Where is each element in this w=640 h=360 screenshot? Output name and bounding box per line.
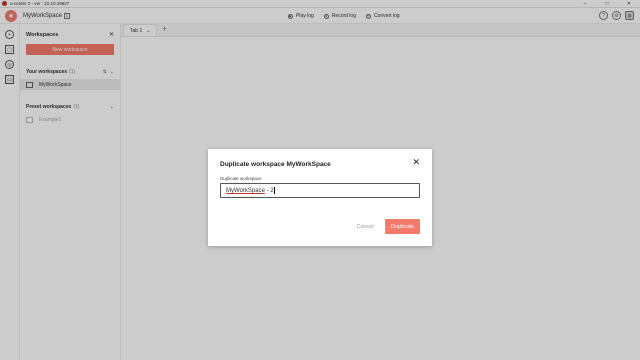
dialog-close-icon[interactable]: ✕ bbox=[412, 158, 420, 167]
cancel-button[interactable]: Cancel bbox=[350, 219, 380, 234]
duplicate-workspace-dialog: Duplicate workspace MyWorkSpace ✕ Duplic… bbox=[208, 149, 432, 246]
duplicate-name-label: Duplicate workspace bbox=[220, 176, 262, 181]
dialog-title: Duplicate workspace MyWorkSpace bbox=[220, 161, 331, 168]
duplicate-button[interactable]: Duplicate bbox=[385, 219, 420, 234]
duplicate-name-input[interactable] bbox=[220, 183, 420, 198]
